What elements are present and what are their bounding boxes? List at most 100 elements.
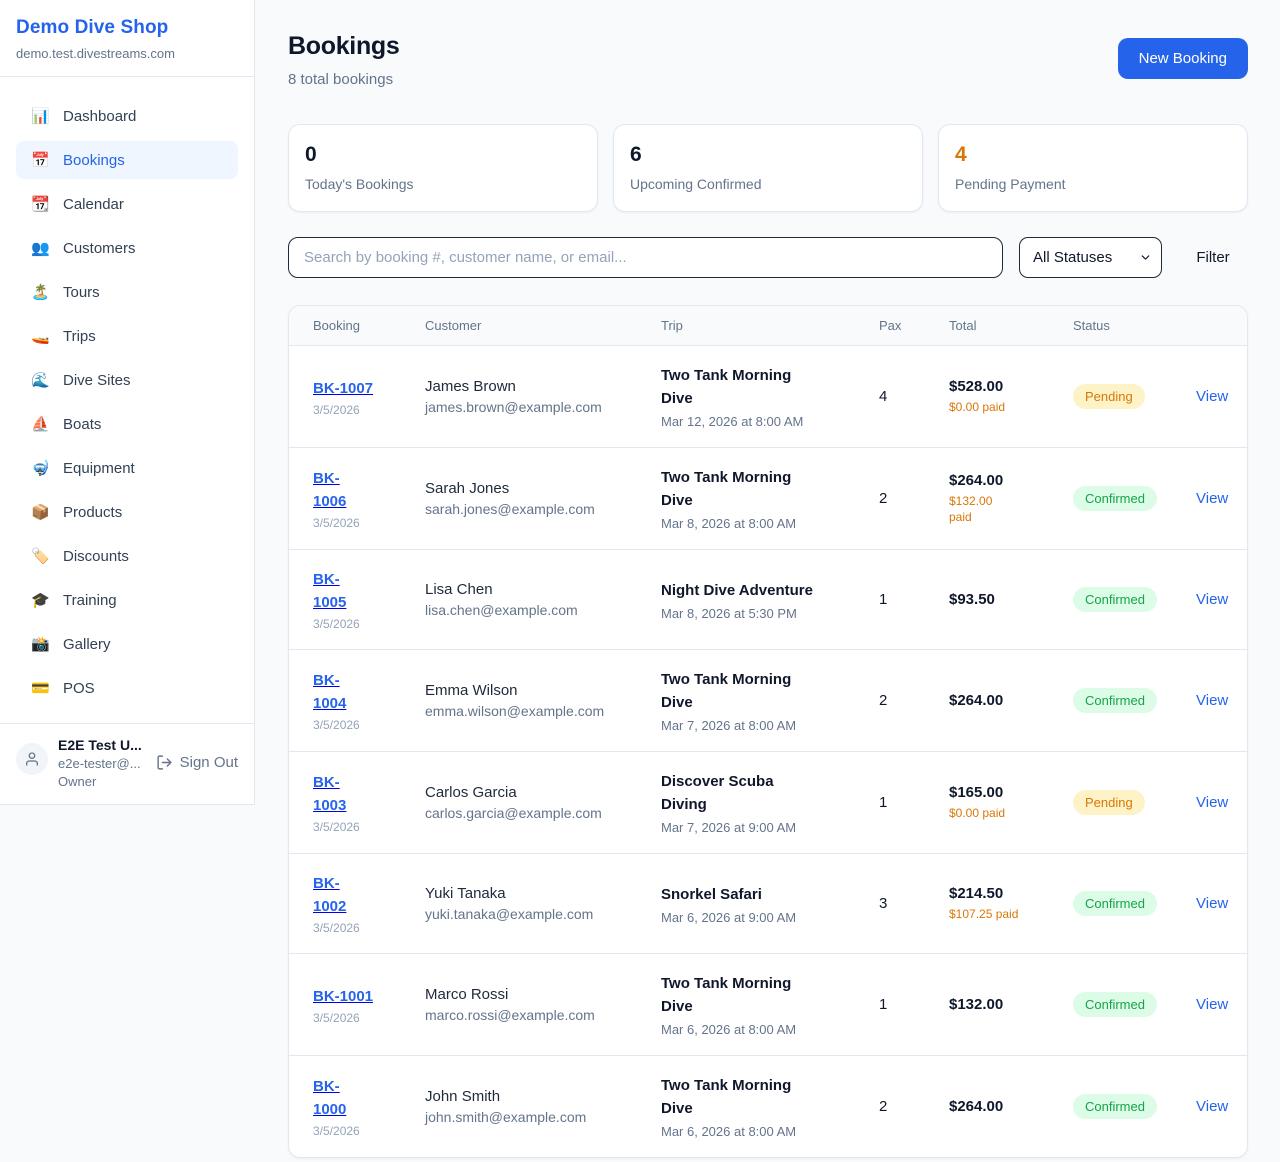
sidebar-item-pos[interactable]: 💳POS xyxy=(16,669,238,707)
customer-cell: Marco Rossimarco.rossi@example.com xyxy=(425,986,661,1023)
booking-id-link[interactable]: BK-1004 xyxy=(313,669,425,715)
table-row: BK-10033/5/2026Carlos Garciacarlos.garci… xyxy=(289,752,1247,854)
status-select[interactable]: All Statuses xyxy=(1019,237,1162,278)
status-cell: Confirmed xyxy=(1073,587,1183,612)
view-link[interactable]: View xyxy=(1183,895,1228,912)
actions-cell: View xyxy=(1183,490,1228,508)
boats-icon: ⛵ xyxy=(31,415,50,433)
customer-cell: Sarah Jonessarah.jones@example.com xyxy=(425,480,661,517)
actions-cell: View xyxy=(1183,1098,1228,1116)
trip-name-line: Snorkel Safari xyxy=(661,883,836,906)
booking-id-line: 1004 xyxy=(313,692,425,715)
pos-icon: 💳 xyxy=(31,679,50,697)
shop-name[interactable]: Demo Dive Shop xyxy=(16,17,238,39)
customers-icon: 👥 xyxy=(31,239,50,257)
sidebar-item-equipment[interactable]: 🤿Equipment xyxy=(16,449,238,487)
sidebar-item-label: Products xyxy=(63,504,122,521)
view-link[interactable]: View xyxy=(1183,1098,1228,1115)
paid-amount: $132.00paid xyxy=(949,493,1073,525)
booking-id-line: BK- xyxy=(313,467,425,490)
stat-card-today-s-bookings: 0Today's Bookings xyxy=(288,124,598,212)
paid-amount-line: paid xyxy=(949,509,1073,525)
booking-cell: BK-10063/5/2026 xyxy=(313,467,425,530)
new-booking-button[interactable]: New Booking xyxy=(1118,38,1248,79)
stat-card-pending-payment: 4Pending Payment xyxy=(938,124,1248,212)
trip-name-line: Dive xyxy=(661,995,836,1018)
user-role: Owner xyxy=(58,774,146,789)
sidebar-item-calendar[interactable]: 📆Calendar xyxy=(16,185,238,223)
sidebar-item-label: Boats xyxy=(63,416,101,433)
column-header-trip: Trip xyxy=(661,318,879,333)
booking-id-link[interactable]: BK-1005 xyxy=(313,568,425,614)
page-title: Bookings xyxy=(288,32,400,61)
view-link[interactable]: View xyxy=(1183,490,1228,507)
sidebar: Demo Dive Shop demo.test.divestreams.com… xyxy=(0,0,255,805)
status-cell: Confirmed xyxy=(1073,891,1183,916)
trip-name-line: Dive xyxy=(661,489,836,512)
sidebar-item-label: Training xyxy=(63,592,117,609)
booking-cell: BK-10033/5/2026 xyxy=(313,771,425,834)
booking-cell: BK-10043/5/2026 xyxy=(313,669,425,732)
booking-id-link[interactable]: BK-1007 xyxy=(313,377,425,400)
sidebar-item-trips[interactable]: 🚤Trips xyxy=(16,317,238,355)
trip-datetime: Mar 6, 2026 at 8:00 AM xyxy=(661,1124,879,1139)
total-amount: $93.50 xyxy=(949,591,1073,608)
trip-cell: Night Dive AdventureMar 8, 2026 at 5:30 … xyxy=(661,579,879,621)
booking-id-link[interactable]: BK-1001 xyxy=(313,985,425,1008)
search-input[interactable] xyxy=(288,237,1003,278)
view-link[interactable]: View xyxy=(1183,996,1228,1013)
status-badge: Confirmed xyxy=(1073,992,1157,1017)
view-link[interactable]: View xyxy=(1183,388,1228,405)
status-badge: Confirmed xyxy=(1073,891,1157,916)
column-header-customer: Customer xyxy=(425,318,661,333)
sidebar-item-discounts[interactable]: 🏷️Discounts xyxy=(16,537,238,575)
view-link[interactable]: View xyxy=(1183,591,1228,608)
stat-value: 0 xyxy=(305,143,581,167)
trip-datetime: Mar 8, 2026 at 5:30 PM xyxy=(661,606,879,621)
trips-icon: 🚤 xyxy=(31,327,50,345)
trip-name: Two Tank MorningDive xyxy=(661,668,836,714)
sidebar-item-bookings[interactable]: 📅Bookings xyxy=(16,141,238,179)
sidebar-item-training[interactable]: 🎓Training xyxy=(16,581,238,619)
sign-out-label: Sign Out xyxy=(180,754,238,771)
sidebar-item-tours[interactable]: 🏝️Tours xyxy=(16,273,238,311)
sidebar-item-products[interactable]: 📦Products xyxy=(16,493,238,531)
stat-value: 4 xyxy=(955,143,1231,167)
trip-name: Snorkel Safari xyxy=(661,883,836,906)
total-cell: $528.00$0.00 paid xyxy=(949,378,1073,415)
table-row: BK-10043/5/2026Emma Wilsonemma.wilson@ex… xyxy=(289,650,1247,752)
filter-button[interactable]: Filter xyxy=(1178,249,1248,266)
sidebar-item-label: Customers xyxy=(63,240,136,257)
status-badge: Confirmed xyxy=(1073,1094,1157,1119)
trip-name: Two Tank MorningDive xyxy=(661,466,836,512)
sidebar-item-gallery[interactable]: 📸Gallery xyxy=(16,625,238,663)
sign-out-button[interactable]: Sign Out xyxy=(156,754,238,771)
sign-out-icon xyxy=(156,754,173,771)
trip-name-line: Dive xyxy=(661,691,836,714)
status-badge: Pending xyxy=(1073,790,1145,815)
view-link[interactable]: View xyxy=(1183,794,1228,811)
total-amount: $528.00 xyxy=(949,378,1073,395)
sidebar-item-customers[interactable]: 👥 Customers xyxy=(16,229,238,267)
trip-name-line: Two Tank Morning xyxy=(661,668,836,691)
booking-id-line: BK- xyxy=(313,872,425,895)
sidebar-item-label: Gallery xyxy=(63,636,111,653)
customer-email: john.smith@example.com xyxy=(425,1109,661,1125)
sidebar-item-boats[interactable]: ⛵ Boats xyxy=(16,405,238,443)
sidebar-item-dashboard[interactable]: 📊Dashboard xyxy=(16,97,238,135)
booking-id-link[interactable]: BK-1006 xyxy=(313,467,425,513)
booking-id-link[interactable]: BK-1000 xyxy=(313,1075,425,1121)
trip-datetime: Mar 7, 2026 at 9:00 AM xyxy=(661,820,879,835)
status-cell: Pending xyxy=(1073,790,1183,815)
sidebar-item-label: Dashboard xyxy=(63,108,136,125)
main-content: Bookings 8 total bookings New Booking 0T… xyxy=(255,0,1280,1158)
booking-id-link[interactable]: BK-1002 xyxy=(313,872,425,918)
table-row: BK-10023/5/2026Yuki Tanakayuki.tanaka@ex… xyxy=(289,854,1247,954)
trip-name: Two Tank MorningDive xyxy=(661,972,836,1018)
customer-email: marco.rossi@example.com xyxy=(425,1007,661,1023)
view-link[interactable]: View xyxy=(1183,692,1228,709)
sidebar-item-dive-sites[interactable]: 🌊Dive Sites xyxy=(16,361,238,399)
booking-id-link[interactable]: BK-1003 xyxy=(313,771,425,817)
actions-cell: View xyxy=(1183,692,1228,710)
booking-id-line: BK- xyxy=(313,568,425,591)
